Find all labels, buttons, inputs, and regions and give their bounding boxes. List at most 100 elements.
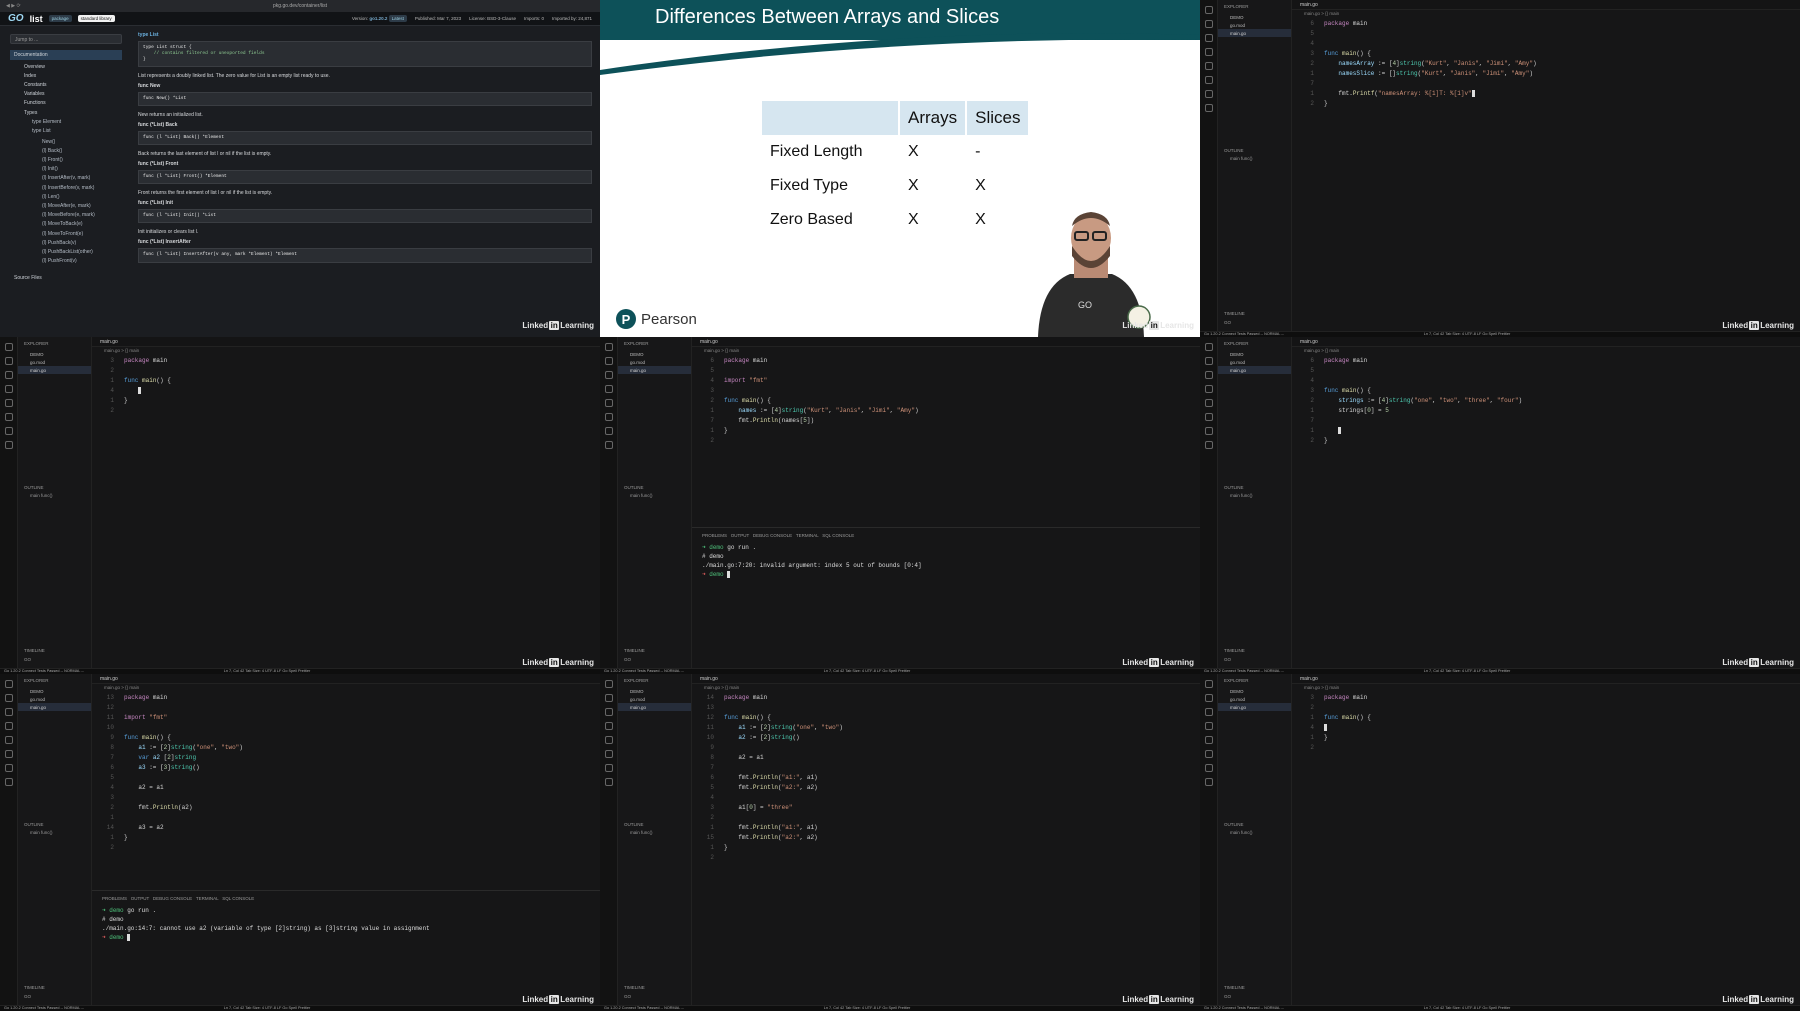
func-new-heading[interactable]: func New: [138, 83, 592, 89]
status-right[interactable]: Ln 7, Col 42 Tab Size: 4 UTF-8 LF Go Spe…: [1424, 669, 1510, 673]
func-front-heading[interactable]: func (*List) Front: [138, 161, 592, 167]
terminal-panel[interactable]: PROBLEMS OUTPUT DEBUG CONSOLE TERMINAL S…: [692, 527, 1200, 662]
func-back-heading[interactable]: func (*List) Back: [138, 122, 592, 128]
status-right[interactable]: Ln 7, Col 42 Tab Size: 4 UTF-8 LF Go Spe…: [224, 669, 310, 673]
timeline-section[interactable]: TIMELINE: [1218, 983, 1251, 992]
timeline-section[interactable]: TIMELINE: [18, 646, 51, 655]
search-icon[interactable]: [4, 357, 13, 365]
status-left[interactable]: Go 1.20.2 Connect Tests Passed -- NORMAL…: [1204, 332, 1284, 336]
outline-item[interactable]: main func(): [618, 491, 659, 500]
nav-method-item[interactable]: (l) Back(): [14, 146, 118, 155]
files-icon[interactable]: [1204, 6, 1213, 14]
editor-tab[interactable]: main.go: [1292, 337, 1800, 347]
database-icon[interactable]: [1204, 104, 1213, 112]
docker-icon[interactable]: [604, 764, 613, 772]
status-left[interactable]: Go 1.20.2 Connect Tests Passed -- NORMAL…: [604, 669, 684, 673]
status-right[interactable]: Ln 7, Col 42 Tab Size: 4 UTF-8 LF Go Spe…: [824, 669, 910, 673]
outline-item[interactable]: main func(): [1218, 491, 1259, 500]
code-editor[interactable]: 3 2 1 4 1 2 package main func main() { }: [92, 356, 600, 662]
terminal-prompt[interactable]: ➜ demo: [692, 570, 1200, 579]
nav-method-item[interactable]: (l) PushBack(v): [14, 238, 118, 247]
nav-types[interactable]: Types: [10, 108, 122, 117]
nav-method-item[interactable]: (l) MoveToFront(e): [14, 229, 118, 238]
timeline-section[interactable]: TIMELINE: [618, 983, 651, 992]
nav-method-item[interactable]: New(): [14, 137, 118, 146]
terminal-tabs[interactable]: PROBLEMS OUTPUT DEBUG CONSOLE TERMINAL S…: [92, 891, 600, 906]
database-icon[interactable]: [604, 778, 613, 786]
source-control-icon[interactable]: [4, 708, 13, 716]
source-control-icon[interactable]: [1204, 34, 1213, 42]
docker-icon[interactable]: [1204, 427, 1213, 435]
go-logo[interactable]: GO: [8, 13, 24, 24]
terminal-panel[interactable]: PROBLEMS OUTPUT DEBUG CONSOLE TERMINAL S…: [92, 890, 600, 999]
file-go-mod[interactable]: go.mod: [618, 695, 691, 703]
go-section[interactable]: GO: [1218, 655, 1237, 664]
project-folder[interactable]: DEMO: [1218, 687, 1291, 695]
go-section[interactable]: GO: [618, 992, 637, 1001]
version-value[interactable]: go1.20.2: [369, 16, 387, 21]
nav-variables[interactable]: Variables: [10, 90, 122, 99]
status-right[interactable]: Ln 7, Col 42 Tab Size: 4 UTF-8 LF Go Spe…: [1424, 1006, 1510, 1010]
run-debug-icon[interactable]: [1204, 722, 1213, 730]
search-icon[interactable]: [604, 694, 613, 702]
timeline-section[interactable]: TIMELINE: [1218, 309, 1251, 318]
extensions-icon[interactable]: [1204, 62, 1213, 70]
timeline-section[interactable]: TIMELINE: [18, 983, 51, 992]
nav-constants[interactable]: Constants: [10, 80, 122, 89]
editor-tab[interactable]: main.go: [92, 337, 600, 347]
docker-icon[interactable]: [604, 427, 613, 435]
project-folder[interactable]: DEMO: [1218, 13, 1291, 21]
nav-overview[interactable]: Overview: [10, 62, 122, 71]
search-icon[interactable]: [1204, 694, 1213, 702]
go-section[interactable]: GO: [18, 655, 37, 664]
extensions-icon[interactable]: [604, 736, 613, 744]
editor-tab[interactable]: main.go: [1292, 674, 1800, 684]
test-icon[interactable]: [1204, 76, 1213, 84]
file-go-mod[interactable]: go.mod: [1218, 358, 1291, 366]
project-folder[interactable]: DEMO: [18, 687, 91, 695]
database-icon[interactable]: [4, 441, 13, 449]
nav-method-item[interactable]: (l) PushBackList(other): [14, 247, 118, 256]
test-icon[interactable]: [4, 413, 13, 421]
docker-icon[interactable]: [4, 427, 13, 435]
run-debug-icon[interactable]: [1204, 385, 1213, 393]
file-go-mod[interactable]: go.mod: [1218, 21, 1291, 29]
source-control-icon[interactable]: [1204, 708, 1213, 716]
file-main-go[interactable]: main.go: [618, 366, 691, 374]
nav-type-list[interactable]: type List: [10, 126, 122, 135]
search-icon[interactable]: [4, 694, 13, 702]
docker-icon[interactable]: [4, 764, 13, 772]
project-folder[interactable]: DEMO: [618, 350, 691, 358]
imports[interactable]: Imports: 0: [524, 16, 544, 21]
status-left[interactable]: Go 1.20.2 Connect Tests Passed -- NORMAL…: [4, 1006, 84, 1010]
nav-method-item[interactable]: (l) MoveAfter(e, mark): [14, 201, 118, 210]
code-editor[interactable]: 6 5 4 3 2 1 7 1 2 package main func main(…: [1292, 356, 1800, 662]
editor-tab[interactable]: main.go: [1292, 0, 1800, 10]
project-folder[interactable]: DEMO: [618, 687, 691, 695]
run-debug-icon[interactable]: [1204, 48, 1213, 56]
go-section[interactable]: GO: [618, 655, 637, 664]
url-text[interactable]: pkg.go.dev/container/list: [273, 3, 327, 9]
database-icon[interactable]: [4, 778, 13, 786]
status-left[interactable]: Go 1.20.2 Connect Tests Passed -- NORMAL…: [1204, 1006, 1284, 1010]
run-debug-icon[interactable]: [4, 722, 13, 730]
nav-type-element[interactable]: type Element: [10, 117, 122, 126]
test-icon[interactable]: [4, 750, 13, 758]
file-main-go[interactable]: main.go: [1218, 29, 1291, 37]
nav-documentation[interactable]: Documentation: [10, 50, 122, 60]
outline-item[interactable]: main func(): [618, 828, 659, 837]
files-icon[interactable]: [1204, 680, 1213, 688]
file-main-go[interactable]: main.go: [1218, 366, 1291, 374]
timeline-section[interactable]: TIMELINE: [1218, 646, 1251, 655]
test-icon[interactable]: [1204, 750, 1213, 758]
go-section[interactable]: GO: [1218, 992, 1237, 1001]
status-left[interactable]: Go 1.20.2 Connect Tests Passed -- NORMAL…: [604, 1006, 684, 1010]
file-go-mod[interactable]: go.mod: [18, 358, 91, 366]
license[interactable]: License: BSD-3-Clause: [469, 16, 516, 21]
database-icon[interactable]: [1204, 778, 1213, 786]
status-right[interactable]: Ln 7, Col 42 Tab Size: 4 UTF-8 LF Go Spe…: [1424, 332, 1510, 336]
docker-icon[interactable]: [1204, 764, 1213, 772]
nav-method-item[interactable]: (l) MoveBefore(e, mark): [14, 211, 118, 220]
code-editor[interactable]: 6 5 4 3 2 1 7 1 2 package main func main(…: [1292, 19, 1800, 325]
search-icon[interactable]: [1204, 20, 1213, 28]
